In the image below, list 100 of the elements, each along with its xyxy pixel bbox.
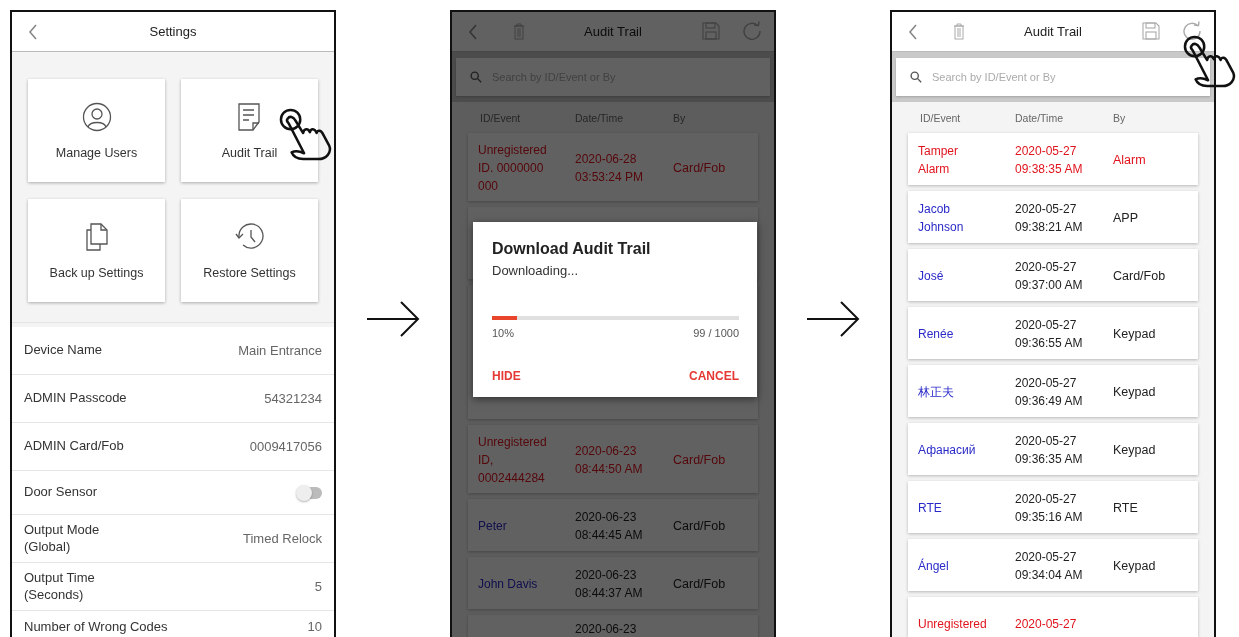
audit-entry-card[interactable]: José 2020-05-27 09:37:00 AM Card/Fob xyxy=(908,249,1198,301)
setting-label: Number of Wrong Codes xyxy=(24,619,168,636)
dialog-title: Download Audit Trail xyxy=(492,240,652,258)
audit-entry-card[interactable]: Unregistered 2020-05-27 xyxy=(908,597,1198,637)
event-name: Tamper Alarm xyxy=(918,144,958,176)
event-source: Card/Fob xyxy=(673,519,726,533)
settings-tile[interactable]: Audit Trail xyxy=(181,79,318,182)
event-source: Keypad xyxy=(1113,559,1156,573)
setting-label: Output Time (Seconds) xyxy=(24,569,95,604)
toggle-switch[interactable] xyxy=(298,486,322,499)
event-date-time: 2020-05-27 09:38:21 AM xyxy=(1015,202,1083,234)
column-header: ID/Event xyxy=(920,112,962,124)
event-source: APP xyxy=(1113,211,1138,225)
event-name: Unregistered ID. 0000000 000 xyxy=(478,143,547,193)
event-source: Keypad xyxy=(1113,443,1156,457)
setting-value: Timed Relock xyxy=(243,531,322,546)
event-source: Keypad xyxy=(1113,327,1156,341)
event-name: Unregistered xyxy=(918,617,987,631)
event-name: John Davis xyxy=(478,577,538,591)
refresh-icon[interactable] xyxy=(1182,21,1202,41)
event-source: Keypad xyxy=(1113,385,1156,399)
column-header: Date/Time xyxy=(1015,112,1065,124)
event-source: Card/Fob xyxy=(673,577,726,591)
event-name: 林正夫 xyxy=(918,385,954,399)
event-date-time: 2020-05-27 xyxy=(1015,617,1077,631)
progress-count: 99 / 1000 xyxy=(693,327,739,339)
event-name: Renée xyxy=(918,327,954,341)
audit-entry-card[interactable]: Афанасий 2020-05-27 09:36:35 AM Keypad xyxy=(908,423,1198,475)
settings-tile[interactable]: Manage Users xyxy=(28,79,165,182)
save-icon[interactable] xyxy=(702,22,720,40)
save-icon[interactable] xyxy=(1142,22,1160,40)
screen-title: Settings xyxy=(149,24,197,39)
event-source: Card/Fob xyxy=(673,453,726,467)
settings-row[interactable]: Door Sensor xyxy=(12,471,334,515)
audit-entry-card[interactable]: Tamper Alarm 2020-05-27 09:38:35 AM Alarm xyxy=(908,133,1198,185)
audit-entry-card[interactable]: Ángel 2020-05-27 09:34:04 AM Keypad xyxy=(908,539,1198,591)
audit-entry-card[interactable]: Jacob Johnson 2020-05-27 09:38:21 AM APP xyxy=(908,191,1198,243)
setting-label: ADMIN Passcode xyxy=(24,390,127,407)
setting-value: 0009417056 xyxy=(249,439,322,454)
event-date-time: 2020-06-23 xyxy=(575,622,637,636)
setting-value: 5 xyxy=(314,579,322,594)
event-name: Peter xyxy=(478,519,507,533)
event-date-time: 2020-05-27 09:38:35 AM xyxy=(1015,144,1083,176)
column-header: By xyxy=(1113,112,1126,124)
settings-row[interactable]: Device Name Main Entrance xyxy=(12,327,334,375)
event-source: Alarm xyxy=(1113,153,1146,167)
search-icon xyxy=(910,71,922,83)
event-name: Jacob Johnson xyxy=(918,202,964,234)
setting-label: Device Name xyxy=(24,342,103,359)
screen-title: Audit Trail xyxy=(1024,24,1082,39)
back-icon[interactable] xyxy=(468,24,478,40)
setting-value: 54321234 xyxy=(264,391,322,406)
event-date-time: 2020-06-23 08:44:37 AM xyxy=(575,568,643,600)
event-date-time: 2020-05-27 09:36:35 AM xyxy=(1015,434,1083,466)
audit-entry-card[interactable]: 林正夫 2020-05-27 09:36:49 AM Keypad xyxy=(908,365,1198,417)
copy-icon xyxy=(83,221,110,252)
settings-row[interactable]: Number of Wrong Codes 10 xyxy=(12,611,334,637)
event-source: Card/Fob xyxy=(1113,269,1166,283)
back-icon[interactable] xyxy=(908,24,918,40)
setting-label: Door Sensor xyxy=(24,484,97,501)
setting-label: ADMIN Card/Fob xyxy=(24,438,124,455)
event-source: RTE xyxy=(1113,501,1138,515)
event-name: RTE xyxy=(918,501,942,515)
settings-tile[interactable]: Restore Settings xyxy=(181,199,318,302)
search-icon xyxy=(470,71,482,83)
trash-icon[interactable] xyxy=(513,22,525,40)
cancel-button[interactable]: CANCEL xyxy=(689,369,739,383)
settings-row[interactable]: ADMIN Card/Fob 0009417056 xyxy=(12,423,334,471)
event-date-time: 2020-06-23 08:44:50 AM xyxy=(575,444,643,476)
settings-row[interactable]: Output Mode (Global) Timed Relock xyxy=(12,515,334,563)
back-icon[interactable] xyxy=(28,24,38,40)
audit-entry-card[interactable]: Renée 2020-05-27 09:36:55 AM Keypad xyxy=(908,307,1198,359)
history-icon xyxy=(233,221,266,252)
document-icon xyxy=(236,101,263,132)
event-date-time: 2020-05-27 09:36:49 AM xyxy=(1015,376,1083,408)
settings-row[interactable]: Output Time (Seconds) 5 xyxy=(12,563,334,611)
setting-value: Main Entrance xyxy=(238,343,322,358)
event-date-time: 2020-05-27 09:36:55 AM xyxy=(1015,318,1083,350)
event-date-time: 2020-05-27 09:37:00 AM xyxy=(1015,260,1083,292)
event-name: Unregistered ID, 0002444284 xyxy=(478,435,547,485)
event-date-time: 2020-06-23 08:44:45 AM xyxy=(575,510,643,542)
event-name: Афанасий xyxy=(918,443,976,457)
settings-tile[interactable]: Back up Settings xyxy=(28,199,165,302)
event-date-time: 2020-06-28 03:53:24 PM xyxy=(575,152,644,184)
dialog-message: Downloading... xyxy=(492,263,579,278)
search-field[interactable]: Search by ID/Event or By xyxy=(896,58,1210,96)
setting-label: Output Mode (Global) xyxy=(24,521,100,556)
user-icon xyxy=(81,101,112,132)
screen-title: Audit Trail xyxy=(584,24,642,39)
audit-entry-card[interactable]: RTE 2020-05-27 09:35:16 AM RTE xyxy=(908,481,1198,533)
event-date-time: 2020-05-27 09:35:16 AM xyxy=(1015,492,1083,524)
setting-value: 10 xyxy=(307,619,322,634)
event-date-time: 2020-05-27 09:34:04 AM xyxy=(1015,550,1083,582)
event-source: Card/Fob xyxy=(673,161,726,175)
trash-icon[interactable] xyxy=(953,22,965,40)
event-name: Ángel xyxy=(918,559,949,573)
hide-button[interactable]: HIDE xyxy=(492,369,521,383)
settings-row[interactable]: ADMIN Passcode 54321234 xyxy=(12,375,334,423)
event-name: José xyxy=(918,269,944,283)
progress-percent: 10% xyxy=(492,327,515,339)
